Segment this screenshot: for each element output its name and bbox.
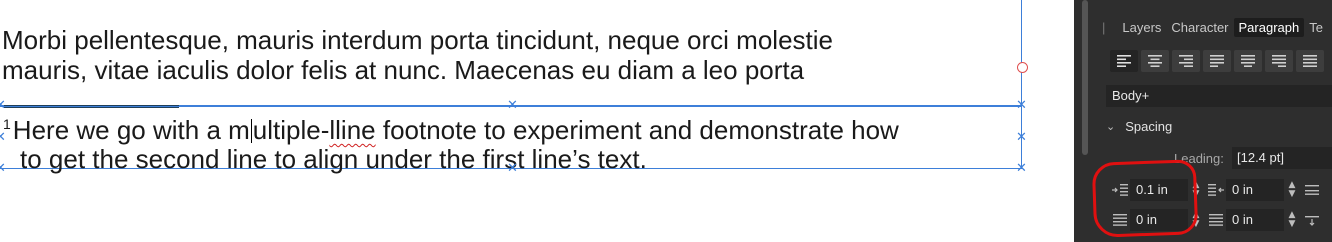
space-before-stepper[interactable]: ▲ ▼ <box>1286 211 1298 229</box>
right-indent-icon <box>1206 182 1226 198</box>
justify-all-button[interactable] <box>1296 50 1324 72</box>
right-indent-field[interactable]: 0 in <box>1226 179 1284 201</box>
selection-handle-icon[interactable]: ✕ <box>1016 162 1027 175</box>
indent-row-2: 0 in ▲ ▼ 0 in ▲ ▼ <box>1110 209 1322 231</box>
tab-separator: | <box>1102 19 1106 35</box>
leading-label: Leading: <box>1174 151 1224 166</box>
align-center-icon <box>1148 55 1162 67</box>
left-indent-icon <box>1110 182 1130 198</box>
body-text-line-2: mauris, vitae iaculis dolor felis at nun… <box>2 55 805 85</box>
align-left-icon <box>1117 55 1131 67</box>
tab-paragraph[interactable]: Paragraph <box>1233 17 1305 37</box>
text-caret <box>250 119 252 143</box>
body-text-line-1: Morbi pellentesque, mauris interdum port… <box>2 25 833 55</box>
justify-left-icon <box>1210 55 1224 67</box>
body-text-frame[interactable]: Morbi pellentesque, mauris interdum port… <box>2 25 1022 85</box>
footnote-line-2[interactable]: to get the second line to align under th… <box>20 144 647 174</box>
tab-layers[interactable]: Layers <box>1117 18 1166 37</box>
justify-center-button[interactable] <box>1234 50 1262 72</box>
right-indent-stepper[interactable]: ▲ ▼ <box>1286 181 1298 199</box>
spacing-section-label: Spacing <box>1125 119 1173 134</box>
spacing-section-header[interactable]: ⌄ Spacing <box>1106 119 1172 134</box>
left-indent-field[interactable]: 0.1 in <box>1130 179 1188 201</box>
tab-character[interactable]: Character <box>1166 18 1233 37</box>
align-right-icon <box>1179 55 1193 67</box>
selection-handle-icon[interactable]: ✕ <box>507 162 518 175</box>
first-line-indent-field[interactable]: 0 in <box>1130 209 1188 231</box>
alignment-buttons <box>1110 50 1324 72</box>
first-line-indent-icon <box>1110 212 1130 228</box>
text-overflow-handle[interactable] <box>1017 62 1028 73</box>
justify-left-button[interactable] <box>1203 50 1231 72</box>
selection-handle-icon[interactable]: ✕ <box>0 162 6 175</box>
selection-handle-icon[interactable]: ✕ <box>1016 99 1027 112</box>
paragraph-panel: | Layers Character Paragraph Te Body+ ⌄ <box>1074 0 1332 242</box>
selection-handle-icon[interactable]: ✕ <box>1016 131 1027 144</box>
leading-field[interactable]: [12.4 pt] <box>1232 147 1332 169</box>
footnote-text-a: Here we go with a m <box>12 115 250 145</box>
indent-row-1: 0.1 in ▲ ▼ 0 in ▲ ▼ <box>1110 179 1322 201</box>
baseline-grid-icon <box>1302 212 1322 228</box>
document-canvas[interactable]: Morbi pellentesque, mauris interdum port… <box>0 0 1074 242</box>
chevron-down-icon: ⌄ <box>1106 120 1116 133</box>
footnote-text-c: footnote to experiment and demonstrate h… <box>375 115 899 145</box>
left-indent-stepper[interactable]: ▲ ▼ <box>1190 181 1202 199</box>
panel-tabs: | Layers Character Paragraph Te <box>1102 17 1328 37</box>
selection-handle-icon[interactable]: ✕ <box>507 99 518 112</box>
first-line-indent-stepper[interactable]: ▲ ▼ <box>1190 211 1202 229</box>
selection-handle-icon[interactable]: ✕ <box>0 131 6 144</box>
justify-center-icon <box>1241 55 1255 67</box>
align-left-button[interactable] <box>1110 50 1138 72</box>
footnote-text-b: ultiple- <box>252 115 330 145</box>
align-center-button[interactable] <box>1141 50 1169 72</box>
justify-right-button[interactable] <box>1265 50 1293 72</box>
space-before-field[interactable]: 0 in <box>1226 209 1284 231</box>
tab-text-styles[interactable]: Te <box>1304 18 1328 37</box>
align-right-button[interactable] <box>1172 50 1200 72</box>
justify-right-icon <box>1272 55 1286 67</box>
selection-handle-icon[interactable]: ✕ <box>0 99 6 112</box>
justify-all-icon <box>1303 55 1317 67</box>
space-before-icon <box>1302 182 1322 198</box>
panel-scrollbar[interactable] <box>1082 0 1088 155</box>
space-after-icon <box>1206 212 1226 228</box>
paragraph-style-select[interactable]: Body+ <box>1106 85 1332 107</box>
spelling-error-word[interactable]: lline <box>329 115 375 145</box>
